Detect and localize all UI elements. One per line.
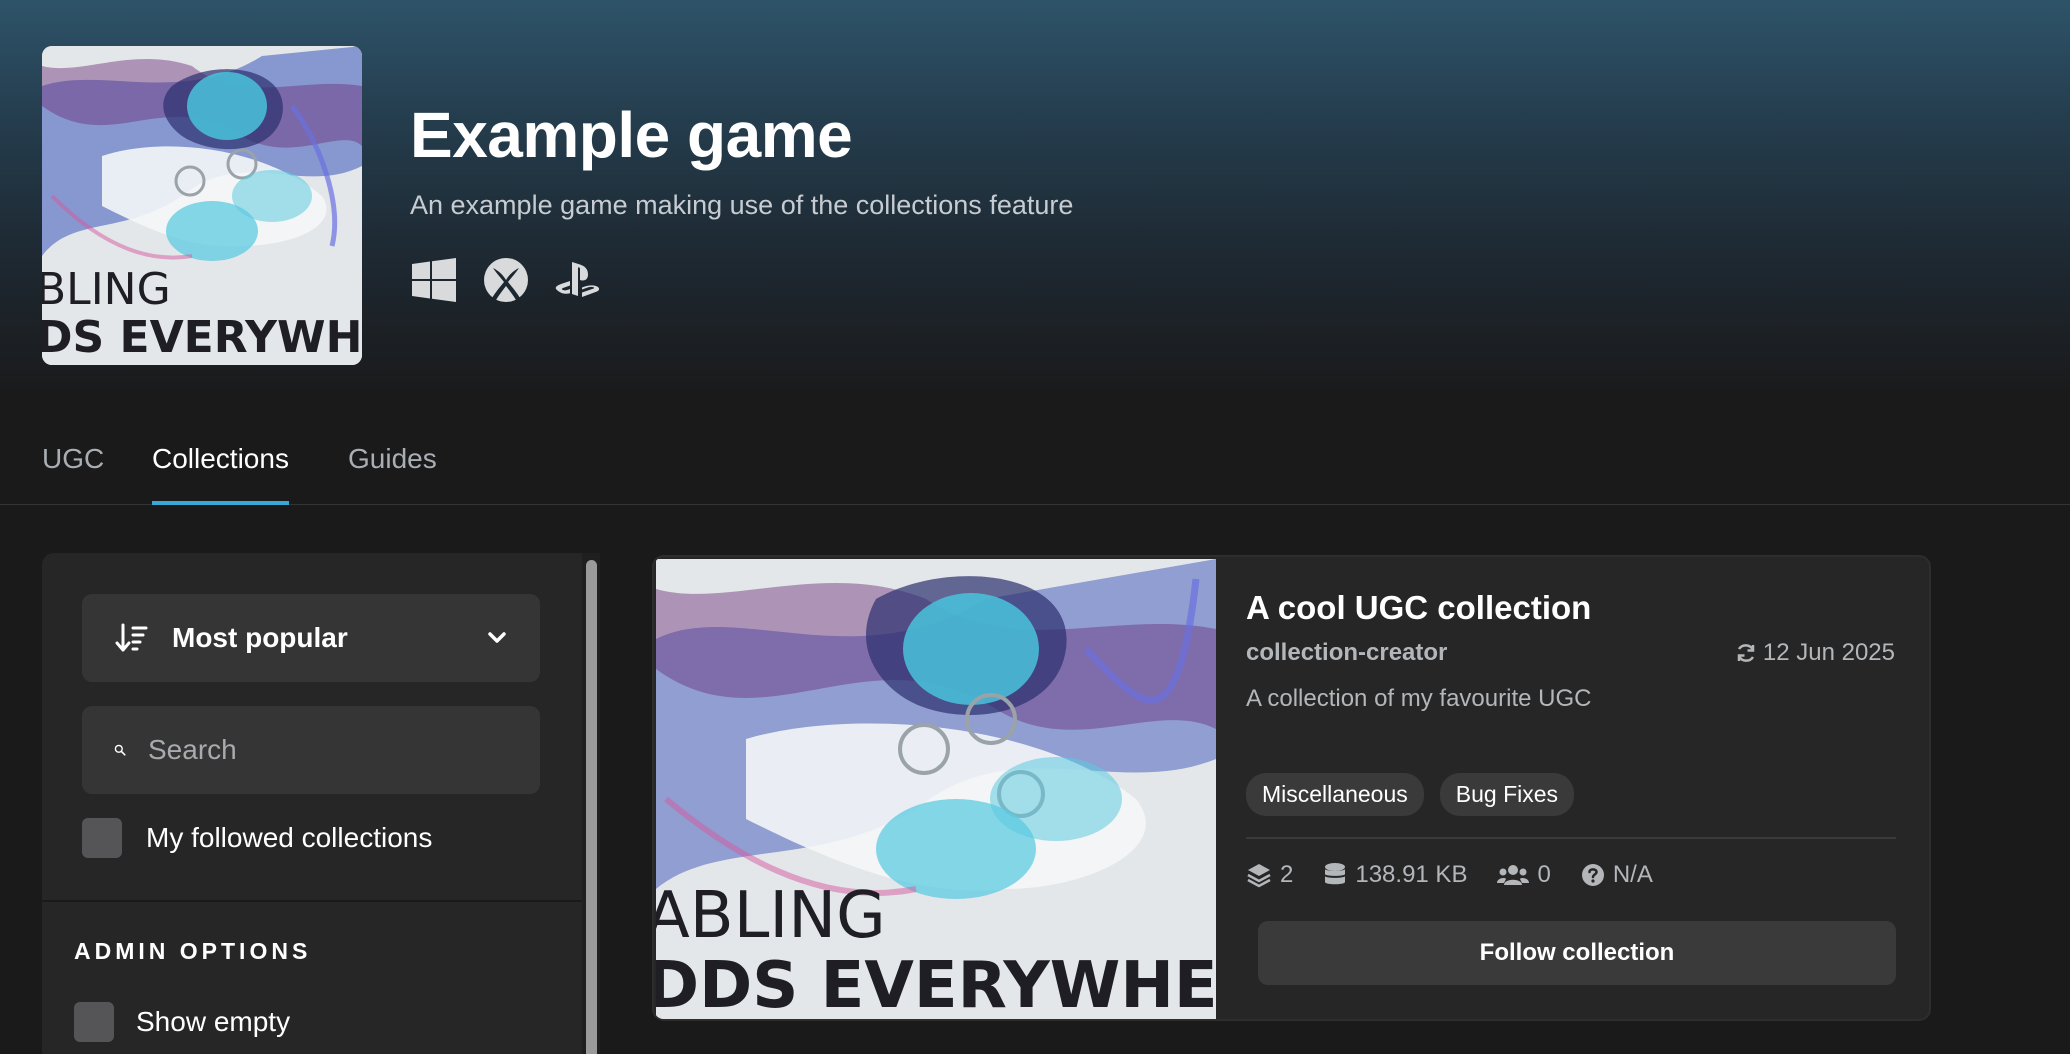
show-empty-filter[interactable]: Show empty	[74, 1002, 290, 1042]
svg-text:DS EVERYWHER: DS EVERYWHER	[42, 312, 362, 363]
sort-dropdown-label: Most popular	[172, 622, 348, 653]
followed-collections-filter[interactable]: My followed collections	[82, 818, 432, 858]
sort-dropdown[interactable]: Most popular	[82, 594, 540, 682]
svg-text:BLING: BLING	[42, 264, 171, 315]
search-input[interactable]	[148, 734, 508, 766]
show-empty-label: Show empty	[136, 1006, 291, 1037]
collection-description: A collection of my favourite UGC	[1246, 685, 1592, 712]
chevron-down-icon	[488, 632, 506, 643]
collection-updated-date: 12 Jun 2025	[1762, 639, 1895, 666]
stat-mod-count-value: 2	[1280, 861, 1294, 888]
svg-text:DDS EVERYWHERE: DDS EVERYWHERE	[656, 949, 1216, 1019]
stat-size: 138.91 KB	[1323, 861, 1467, 889]
collection-art: ABLING DDS EVERYWHERE	[656, 559, 1216, 1019]
collection-updated: 12 Jun 2025	[1735, 639, 1895, 667]
tag-miscellaneous[interactable]: Miscellaneous	[1246, 773, 1424, 816]
collection-stats: 2 138.91 KB 0 N/A	[1246, 861, 1653, 889]
stat-followers-value: 0	[1537, 861, 1551, 888]
sort-icon	[115, 623, 148, 652]
layers-icon	[1247, 864, 1271, 888]
collection-card[interactable]: ABLING DDS EVERYWHERE A cool UGC collect…	[652, 555, 1931, 1021]
database-icon	[1325, 863, 1346, 885]
follow-collection-button[interactable]: Follow collection	[1258, 921, 1896, 985]
admin-options-heading: ADMIN OPTIONS	[74, 938, 312, 964]
game-tabs: UGC Collections Guides	[0, 395, 2070, 505]
windows-icon	[412, 258, 456, 302]
stat-size-value: 138.91 KB	[1355, 861, 1468, 888]
game-subtitle: An example game making use of the collec…	[410, 190, 1074, 220]
sidebar-scrollbar-thumb[interactable]	[586, 560, 597, 1054]
users-icon	[1497, 865, 1530, 885]
search-box[interactable]	[82, 706, 540, 794]
collection-author[interactable]: collection-creator	[1246, 639, 1447, 667]
tab-collections[interactable]: Collections	[152, 443, 289, 505]
game-cover-image: BLING DS EVERYWHER	[42, 46, 362, 365]
cover-art: BLING DS EVERYWHER	[42, 46, 362, 365]
collection-tags: Miscellaneous Bug Fixes	[1246, 773, 1575, 816]
collection-title[interactable]: A cool UGC collection	[1246, 589, 1591, 627]
svg-text:ABLING: ABLING	[656, 879, 886, 953]
stat-rating-value: N/A	[1612, 861, 1653, 888]
collection-image[interactable]: ABLING DDS EVERYWHERE	[656, 559, 1216, 1019]
refresh-icon	[1737, 644, 1755, 662]
playstation-icon	[555, 262, 600, 297]
stat-followers: 0	[1497, 861, 1551, 889]
sidebar-divider	[42, 900, 582, 902]
tag-bug-fixes[interactable]: Bug Fixes	[1439, 773, 1575, 816]
game-title: Example game	[410, 99, 853, 171]
followed-collections-checkbox[interactable]	[82, 818, 122, 858]
stat-rating: N/A	[1581, 861, 1653, 889]
tab-ugc[interactable]: UGC	[42, 443, 104, 501]
tab-guides[interactable]: Guides	[348, 443, 437, 501]
card-divider	[1246, 837, 1896, 839]
stat-mod-count: 2	[1246, 861, 1293, 889]
xbox-icon	[484, 258, 528, 302]
platform-list	[410, 256, 602, 304]
search-icon	[114, 744, 126, 756]
followed-collections-label: My followed collections	[146, 822, 433, 853]
show-empty-checkbox[interactable]	[74, 1002, 114, 1042]
question-circle-icon	[1581, 864, 1604, 886]
